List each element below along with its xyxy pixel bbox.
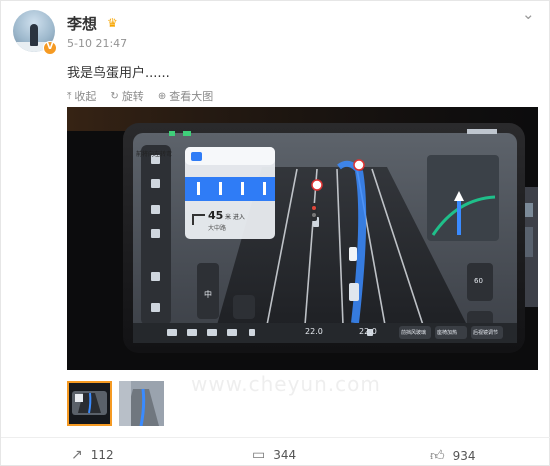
rotate-icon: ↻ [110, 90, 119, 102]
chevron-down-icon[interactable]: ⌄ [522, 5, 535, 23]
comment-button[interactable]: ▭ 344 [252, 447, 296, 463]
rotate-button[interactable]: ↻ 旋转 [110, 89, 143, 103]
crown-icon: ♛ [107, 16, 118, 30]
comment-count: 344 [273, 448, 297, 462]
like-button[interactable]: 👍︎ 934 [430, 447, 476, 464]
zoom-label: 查看大图 [169, 90, 214, 103]
repost-icon: ↗ [71, 447, 83, 463]
fold-button[interactable]: ⤒ 收起 [67, 89, 96, 103]
screen-button-mirror[interactable]: 后视镜调节 [473, 329, 498, 336]
thumbnail-1-image [69, 383, 110, 424]
rotate-label: 旋转 [121, 90, 144, 103]
screen-button-windshield[interactable]: 前挡风玻璃 [401, 329, 426, 336]
post-content: 我是鸟蛋用户...... [67, 66, 170, 81]
car-screen-photo [67, 107, 538, 370]
temp-left[interactable]: 22.0 [305, 327, 323, 336]
mode-label: 中 [204, 290, 212, 299]
fold-icon: ⤒ [67, 90, 72, 102]
thumbnail-2-image [119, 381, 164, 426]
comment-icon: ▭ [252, 447, 266, 463]
zoom-button[interactable]: ⊕ 查看大图 [158, 89, 213, 103]
verified-badge-icon: V [43, 41, 57, 55]
action-divider [1, 437, 550, 438]
speed-value: 60 [474, 277, 483, 285]
username[interactable]: 李想 [67, 13, 97, 34]
repost-button[interactable]: ↗ 112 [71, 447, 114, 463]
avatar-figure [30, 24, 38, 46]
post-timestamp[interactable]: 5-10 21:47 [67, 37, 127, 50]
road-name: 大中路 [208, 225, 227, 232]
fold-label: 收起 [74, 90, 97, 103]
distance-value: 45 [208, 209, 224, 222]
screen-button-seat-heat[interactable]: 座椅加热 [437, 329, 457, 336]
nav-instruction: 前将向左转弯 [136, 151, 173, 158]
thumbs-up-icon: 👍︎ [430, 448, 445, 464]
zoom-icon: ⊕ [157, 90, 167, 102]
post-photo[interactable]: 前将向左转弯 45 米 进入 大中路 中 60 22.0 22.0 前挡风玻璃 … [67, 107, 538, 370]
repost-count: 112 [90, 448, 114, 462]
thumbnail-2[interactable] [119, 381, 164, 426]
image-toolbar: ⤒ 收起 ↻ 旋转 ⊕ 查看大图 [67, 89, 213, 103]
weibo-post: V 李想 ♛ 5-10 21:47 ⌄ 我是鸟蛋用户...... ⤒ 收起 ↻ … [0, 0, 550, 466]
thumbnail-1[interactable] [67, 381, 112, 426]
like-count: 934 [452, 448, 476, 463]
temp-right[interactable]: 22.0 [359, 327, 377, 336]
distance-unit: 米 进入 [225, 214, 245, 221]
watermark: www.cheyun.com [191, 372, 381, 396]
